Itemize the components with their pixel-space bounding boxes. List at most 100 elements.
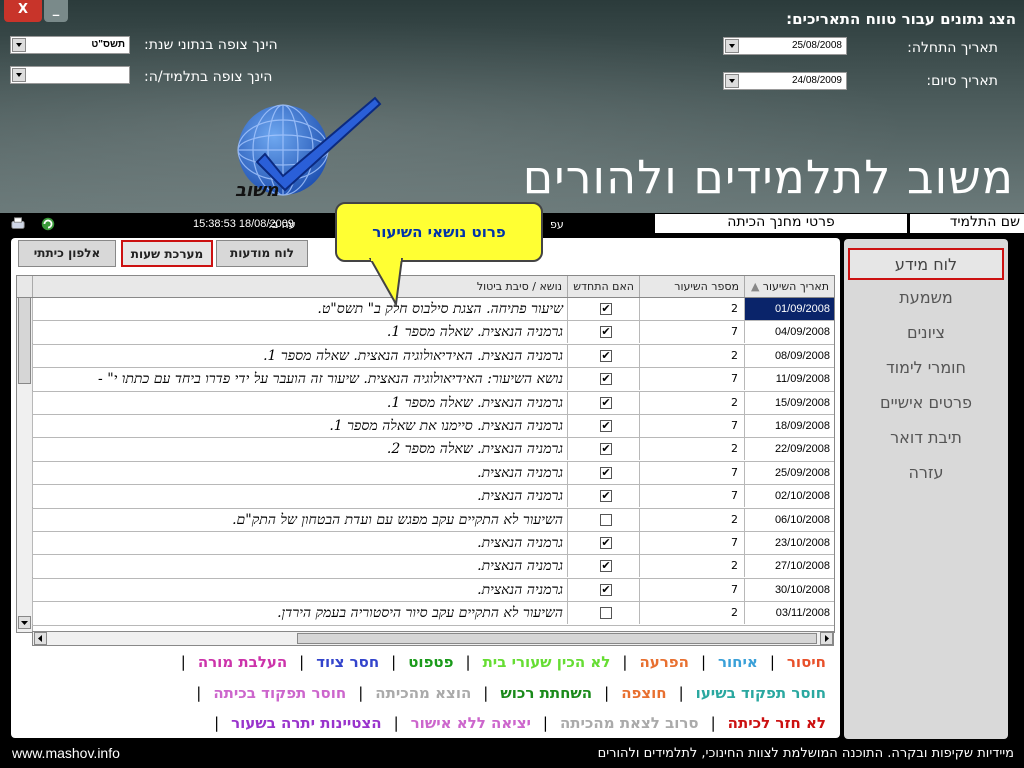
sidebar-item-mailbox[interactable]: תיבת דואר bbox=[848, 423, 1004, 455]
table-row[interactable]: 15/09/2008 2 ✔ גרמניה הנאצית. שאלה מספר 1. bbox=[32, 391, 834, 415]
renewed-checkbox[interactable]: ✔ bbox=[600, 349, 612, 362]
table-header: ▲ תאריך השיעור מספר השיעור האם התחדש נוש… bbox=[17, 276, 834, 298]
renewed-checkbox[interactable] bbox=[600, 607, 612, 620]
column-header-date[interactable]: ▲ תאריך השיעור bbox=[744, 276, 834, 297]
cell-topic: גרמניה הנאצית. שאלה מספר 1. bbox=[32, 321, 567, 344]
column-header-renewed[interactable]: האם התחדש bbox=[567, 276, 639, 297]
renewed-checkbox[interactable]: ✔ bbox=[600, 420, 612, 432]
cell-topic: גרמניה הנאצית. bbox=[32, 532, 567, 554]
cell-topic: גרמניה הנאצית. סיימנו את שאלה מספר 1. bbox=[32, 415, 567, 437]
table-row[interactable]: 08/09/2008 2 ✔ גרמניה הנאצית. האידיאולוגיה … bbox=[32, 344, 834, 369]
table-row[interactable]: 03/11/2008 2 השיעור לא התקיים עקב סיור היס… bbox=[32, 602, 834, 626]
start-date-value: 25/08/2008 bbox=[791, 40, 842, 51]
renewed-checkbox[interactable]: ✔ bbox=[600, 443, 612, 456]
legend-separator: | bbox=[358, 684, 364, 702]
column-header-lesson-number[interactable]: מספר השיעור bbox=[639, 276, 744, 297]
sidebar-item-discipline[interactable]: משמעת bbox=[848, 283, 1004, 315]
renewed-checkbox[interactable]: ✔ bbox=[600, 466, 612, 479]
legend-separator: | bbox=[678, 684, 684, 702]
sidebar-item-personal-details[interactable]: פרטים אישיים bbox=[848, 388, 1004, 420]
chevron-down-icon[interactable] bbox=[725, 74, 739, 88]
sidebar-item-grades[interactable]: ציונים bbox=[848, 318, 1004, 350]
renewed-checkbox[interactable]: ✔ bbox=[600, 326, 612, 339]
table-row[interactable]: 22/09/2008 2 ✔ גרמניה הנאצית. שאלה מספר 2. bbox=[32, 438, 834, 462]
arrow-right-icon bbox=[825, 635, 829, 642]
legend-item: סרוב לצאת מהכיתה bbox=[559, 714, 699, 732]
topic-callout: פרוט נושאי השיעור bbox=[335, 202, 543, 262]
end-date-picker[interactable]: 24/08/2009 bbox=[723, 72, 847, 90]
scroll-right-button[interactable] bbox=[820, 632, 833, 645]
cell-renewed: ✔ bbox=[567, 461, 639, 484]
cell-renewed: ✔ bbox=[567, 438, 639, 461]
tab-bulletin-board[interactable]: לוח מודעות bbox=[216, 240, 308, 267]
renewed-checkbox[interactable]: ✔ bbox=[600, 560, 612, 573]
cell-topic: השיעור לא התקיים עקב סיור היסטוריה בעמק … bbox=[32, 602, 567, 625]
legend-separator: | bbox=[700, 653, 706, 671]
column-header-date-label: תאריך השיעור bbox=[762, 280, 829, 293]
legend-item: הפרעה bbox=[639, 653, 689, 671]
sidebar-item-study-materials[interactable]: חומרי לימוד bbox=[848, 353, 1004, 385]
cell-lesson-number: 7 bbox=[639, 415, 744, 437]
brand-title: משוב לתלמידים ולהורים bbox=[522, 150, 1014, 204]
renewed-checkbox[interactable]: ✔ bbox=[600, 537, 612, 549]
table-row[interactable]: 02/10/2008 7 ✔ גרמניה הנאצית. bbox=[32, 485, 834, 509]
column-header-topic[interactable]: נושא / סיבת ביטול bbox=[32, 276, 567, 297]
cell-date: 23/10/2008 bbox=[744, 532, 834, 554]
cell-lesson-number: 2 bbox=[639, 508, 744, 531]
sidebar-item-info-board[interactable]: לוח מידע bbox=[848, 248, 1004, 280]
cell-renewed: ✔ bbox=[567, 578, 639, 601]
table-row[interactable]: 23/10/2008 7 ✔ גרמניה הנאצית. bbox=[32, 532, 834, 556]
cell-topic: גרמניה הנאצית. bbox=[32, 461, 567, 484]
print-icon[interactable] bbox=[10, 216, 26, 232]
legend-item: הוצא מהכיתה bbox=[375, 684, 472, 702]
refresh-icon[interactable] bbox=[40, 216, 56, 232]
table-row[interactable]: 27/10/2008 2 ✔ גרמניה הנאצית. bbox=[32, 555, 834, 579]
vertical-scroll-thumb[interactable] bbox=[18, 292, 31, 384]
vertical-scrollbar[interactable] bbox=[17, 276, 33, 632]
footer-url-link[interactable]: www.mashov.info bbox=[12, 745, 120, 761]
renewed-checkbox[interactable]: ✔ bbox=[600, 396, 612, 409]
legend-separator: | bbox=[769, 653, 775, 671]
table-row[interactable]: 25/09/2008 7 ✔ גרמניה הנאצית. bbox=[32, 461, 834, 486]
tab-timetable[interactable]: מערכת שעות bbox=[121, 240, 213, 267]
start-date-picker[interactable]: 25/08/2008 bbox=[723, 37, 847, 55]
legend-item: העלבת מורה bbox=[197, 653, 288, 671]
horizontal-scroll-thumb[interactable] bbox=[297, 633, 817, 644]
table-row[interactable]: 18/09/2008 7 ✔ גרמניה הנאצית. סיימנו את שאל… bbox=[32, 415, 834, 439]
year-select[interactable]: תשס"ט bbox=[10, 36, 130, 54]
legend-separator: | bbox=[622, 653, 628, 671]
legend-item: חוסר תפקוד בכיתה bbox=[213, 684, 347, 702]
scroll-left-button[interactable] bbox=[34, 632, 47, 645]
renewed-checkbox[interactable]: ✔ bbox=[600, 583, 612, 596]
horizontal-scrollbar[interactable] bbox=[32, 631, 834, 646]
table-row[interactable]: 04/09/2008 7 ✔ גרמניה הנאצית. שאלה מספר 1. bbox=[32, 321, 834, 345]
renewed-checkbox[interactable]: ✔ bbox=[600, 490, 612, 503]
cell-topic: גרמניה הנאצית. שאלה מספר 1. bbox=[32, 391, 567, 414]
cell-topic: גרמניה הנאצית. האידיאולוגיה הנאצית. שאלה… bbox=[32, 344, 567, 367]
cell-lesson-number: 2 bbox=[639, 344, 744, 367]
legend-row: לא חזר לכיתה | סרוב לצאת מהכיתה | יציאה ללא … bbox=[204, 714, 828, 738]
table-row[interactable]: 30/10/2008 7 ✔ גרמניה הנאצית. bbox=[32, 578, 834, 603]
chevron-down-icon[interactable] bbox=[12, 38, 26, 52]
minimize-button[interactable]: _ bbox=[44, 0, 68, 22]
cell-lesson-number: 7 bbox=[639, 368, 744, 391]
table-row[interactable]: 11/09/2008 7 ✔ נושא השיעור: האידיאולוגיה הנ… bbox=[32, 368, 834, 392]
sidebar-item-help[interactable]: עזרה bbox=[848, 458, 1004, 490]
renewed-checkbox[interactable]: ✔ bbox=[600, 303, 612, 315]
cell-topic: נושא השיעור: האידיאולוגיה הנאצית. שיעור … bbox=[32, 368, 567, 391]
table-row[interactable]: 01/09/2008 2 ✔ שיעור פתיחה. הצגת סילבוס חלק… bbox=[32, 298, 834, 322]
scroll-down-button[interactable] bbox=[18, 616, 31, 629]
tab-class-directory[interactable]: אלפון כיתתי bbox=[18, 240, 116, 267]
legend-item: איחור bbox=[718, 653, 758, 671]
close-button[interactable]: X bbox=[4, 0, 42, 22]
chevron-down-icon[interactable] bbox=[725, 39, 739, 53]
chevron-down-icon[interactable] bbox=[12, 68, 26, 82]
student-select[interactable] bbox=[10, 66, 130, 84]
callout-pointer bbox=[368, 258, 404, 306]
cell-topic: גרמניה הנאצית. bbox=[32, 485, 567, 508]
renewed-checkbox[interactable] bbox=[600, 513, 612, 526]
renewed-checkbox[interactable]: ✔ bbox=[600, 373, 612, 386]
cell-lesson-number: 2 bbox=[639, 602, 744, 625]
table-row[interactable]: 06/10/2008 2 השיעור לא התקיים עקב מפגש עם … bbox=[32, 508, 834, 532]
cell-lesson-number: 2 bbox=[639, 391, 744, 414]
